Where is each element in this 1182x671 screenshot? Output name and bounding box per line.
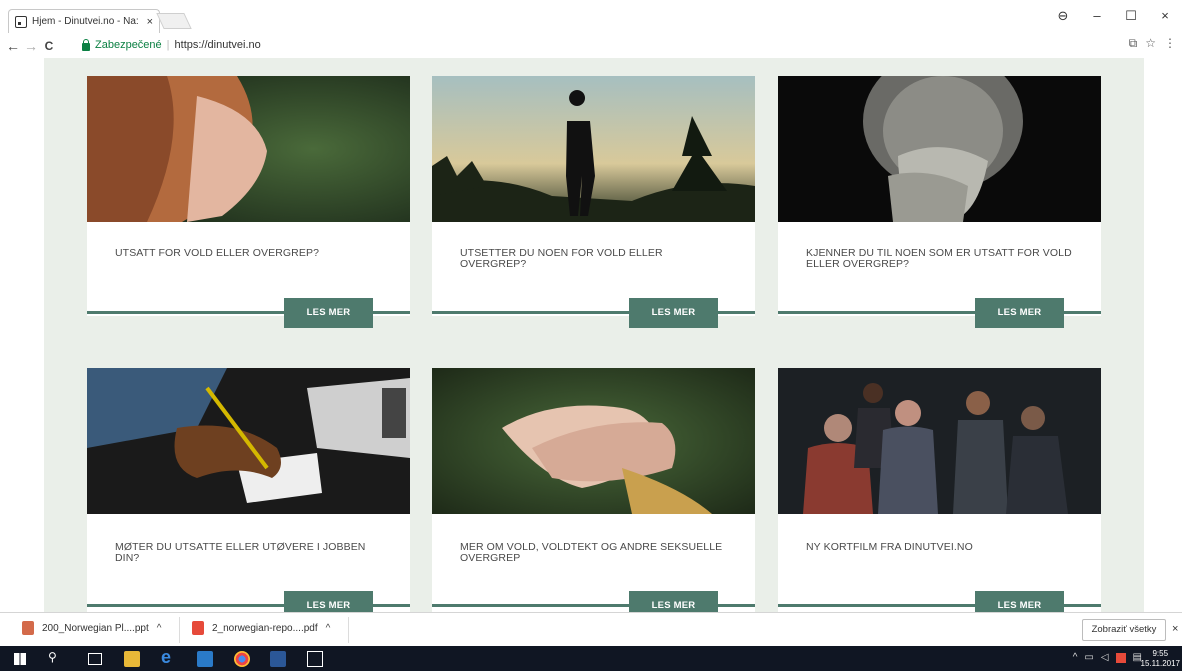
- close-downloads-icon[interactable]: ×: [1172, 623, 1178, 635]
- card-mer-om-vold[interactable]: MER OM VOLD, VOLDTEKT OG ANDRE SEKSUELLE…: [432, 368, 755, 612]
- tab-title: Hjem - Dinutvei.no - Na:: [32, 16, 139, 27]
- secure-label: Zabezpečené: [95, 39, 162, 51]
- card-utsetter[interactable]: UTSETTER DU NOEN FOR VOLD ELLER OVERGREP…: [432, 76, 755, 328]
- pdf-icon: [192, 621, 204, 635]
- download-separator: [179, 617, 180, 643]
- raised-hands-image: [432, 368, 755, 514]
- read-more-button[interactable]: LES MER: [975, 591, 1064, 612]
- elderly-man-image: [778, 76, 1101, 222]
- browser-titlebar: Hjem - Dinutvei.no - Na: × ⊖ – ☐ ×: [0, 0, 1182, 34]
- search-icon[interactable]: ⚲: [48, 650, 64, 666]
- tab-close-icon[interactable]: ×: [147, 16, 153, 28]
- read-more-button[interactable]: LES MER: [284, 298, 373, 328]
- card-title: MØTER DU UTSATTE ELLER UTØVERE I JOBBEN …: [115, 541, 366, 564]
- browser-toolbar: ← → C Zabezpečené | https://dinutvei.no: [0, 34, 1182, 58]
- word-icon[interactable]: [270, 651, 286, 667]
- bookmark-star-icon[interactable]: ☆: [1145, 36, 1156, 51]
- app-tray-icon[interactable]: [1115, 652, 1126, 663]
- new-tab-button[interactable]: [156, 13, 192, 29]
- close-window-button[interactable]: ×: [1148, 8, 1182, 24]
- download-filename: 200_Norwegian Pl....ppt: [42, 622, 149, 634]
- downloads-bar: 200_Norwegian Pl....ppt ^ 2_norwegian-re…: [0, 612, 1182, 646]
- read-more-button[interactable]: LES MER: [284, 591, 373, 612]
- clock-date: 15.11.2017: [1140, 659, 1180, 668]
- chevron-up-icon[interactable]: ^: [157, 623, 162, 634]
- browser-tab[interactable]: Hjem - Dinutvei.no - Na: ×: [8, 9, 160, 33]
- photos-icon[interactable]: [307, 651, 323, 667]
- read-more-button[interactable]: LES MER: [975, 298, 1064, 328]
- card-kortfilm[interactable]: NY KORTFILM FRA DINUTVEI.NO LES MER: [778, 368, 1101, 612]
- download-item[interactable]: 200_Norwegian Pl....ppt ^: [22, 621, 161, 635]
- chevron-up-icon[interactable]: ^: [1073, 652, 1078, 663]
- page-viewport: UTSATT FOR VOLD ELLER OVERGREP? LES MER …: [0, 58, 1182, 612]
- lock-icon: [82, 38, 90, 51]
- toolbar-icons: ⧉ ☆ ⋮: [1129, 36, 1176, 51]
- profile-icon[interactable]: ⊖: [1046, 8, 1080, 24]
- chrome-icon[interactable]: [234, 651, 250, 667]
- card-image[interactable]: [87, 76, 410, 222]
- windows-start-icon[interactable]: [14, 653, 26, 665]
- woman-profile-image: [87, 76, 410, 222]
- address-bar[interactable]: Zabezpečené | https://dinutvei.no: [82, 36, 1172, 54]
- download-filename: 2_norwegian-repo....pdf: [212, 622, 318, 634]
- card-title: KJENNER DU TIL NOEN SOM ER UTSATT FOR VO…: [806, 247, 1072, 270]
- silhouette-sunset-image: [432, 76, 755, 222]
- card-kjenner[interactable]: KJENNER DU TIL NOEN SOM ER UTSATT FOR VO…: [778, 76, 1101, 328]
- card-title: UTSATT FOR VOLD ELLER OVERGREP?: [115, 247, 320, 259]
- download-item[interactable]: 2_norwegian-repo....pdf ^: [192, 621, 330, 635]
- card-image[interactable]: [432, 368, 755, 514]
- card-image[interactable]: [778, 76, 1101, 222]
- read-more-button[interactable]: LES MER: [629, 591, 718, 612]
- task-view-icon[interactable]: [88, 653, 102, 665]
- url-text: https://dinutvei.no: [174, 39, 261, 51]
- clock-time: 9:55: [1152, 649, 1169, 658]
- minimize-button[interactable]: –: [1080, 8, 1114, 24]
- writing-hand-image: [87, 368, 410, 514]
- network-icon[interactable]: ▭: [1084, 652, 1093, 663]
- window-controls: ⊖ – ☐ ×: [1046, 8, 1182, 24]
- card-title: UTSETTER DU NOEN FOR VOLD ELLER OVERGREP…: [460, 247, 663, 270]
- show-all-downloads-button[interactable]: Zobraziť všetky: [1082, 619, 1166, 641]
- chevron-up-icon[interactable]: ^: [326, 623, 331, 634]
- card-moter[interactable]: MØTER DU UTSATTE ELLER UTØVERE I JOBBEN …: [87, 368, 410, 612]
- restore-button[interactable]: ☐: [1114, 8, 1148, 24]
- address-separator: |: [166, 39, 170, 51]
- outlook-icon[interactable]: [197, 651, 213, 667]
- file-explorer-icon[interactable]: [124, 651, 140, 667]
- read-more-button[interactable]: LES MER: [629, 298, 718, 328]
- forward-button[interactable]: →: [22, 38, 40, 54]
- reload-button[interactable]: C: [40, 39, 58, 53]
- card-image[interactable]: [778, 368, 1101, 514]
- back-button[interactable]: ←: [4, 38, 22, 54]
- ppt-icon: [22, 621, 34, 635]
- card-image[interactable]: [87, 368, 410, 514]
- windows-taskbar: ⚲ e ^ ▭ ◁ ▤ 9:55 15.11.2017: [0, 646, 1182, 671]
- system-clock[interactable]: 9:55 15.11.2017: [1141, 649, 1180, 669]
- group-people-image: [778, 368, 1101, 514]
- page-scrollbar[interactable]: [1170, 58, 1182, 612]
- download-separator: [348, 617, 349, 643]
- system-tray: ^ ▭ ◁ ▤: [1073, 652, 1142, 663]
- card-utsatt[interactable]: UTSATT FOR VOLD ELLER OVERGREP? LES MER: [87, 76, 410, 328]
- card-image[interactable]: [432, 76, 755, 222]
- translate-icon[interactable]: ⧉: [1129, 36, 1138, 51]
- card-title: NY KORTFILM FRA DINUTVEI.NO: [806, 541, 973, 553]
- volume-icon[interactable]: ◁: [1101, 652, 1109, 663]
- site-favicon-icon: [15, 15, 27, 28]
- menu-icon[interactable]: ⋮: [1164, 36, 1176, 51]
- card-title: MER OM VOLD, VOLDTEKT OG ANDRE SEKSUELLE…: [460, 541, 723, 564]
- internet-explorer-icon[interactable]: e: [161, 647, 177, 667]
